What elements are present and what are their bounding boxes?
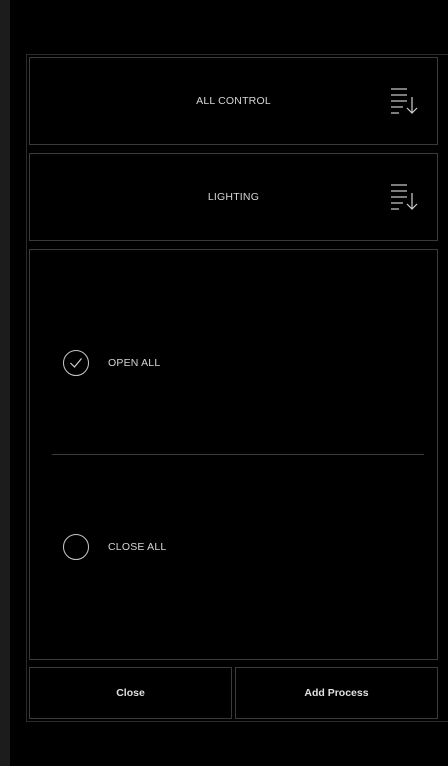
dropdown-all-control[interactable]: ALL CONTROL bbox=[29, 57, 438, 145]
dropdown-lighting[interactable]: LIGHTING bbox=[29, 153, 438, 241]
option-close-all-label: CLOSE ALL bbox=[108, 541, 167, 553]
radio-unchecked-icon[interactable] bbox=[63, 534, 89, 560]
option-open-all[interactable]: OPEN ALL bbox=[63, 350, 160, 376]
dropdown-all-control-label: ALL CONTROL bbox=[196, 95, 271, 107]
close-button[interactable]: Close bbox=[29, 667, 232, 719]
radio-checked-icon[interactable] bbox=[63, 350, 89, 376]
option-close-all[interactable]: CLOSE ALL bbox=[63, 534, 166, 560]
options-divider bbox=[52, 454, 424, 455]
add-process-button[interactable]: Add Process bbox=[235, 667, 438, 719]
checkmark-icon bbox=[70, 358, 82, 368]
sort-list-icon bbox=[391, 184, 418, 210]
dropdown-lighting-label: LIGHTING bbox=[207, 191, 260, 203]
sort-list-icon bbox=[391, 88, 418, 114]
options-box: OPEN ALL CLOSE ALL bbox=[29, 249, 438, 660]
option-open-all-label: OPEN ALL bbox=[108, 357, 161, 369]
